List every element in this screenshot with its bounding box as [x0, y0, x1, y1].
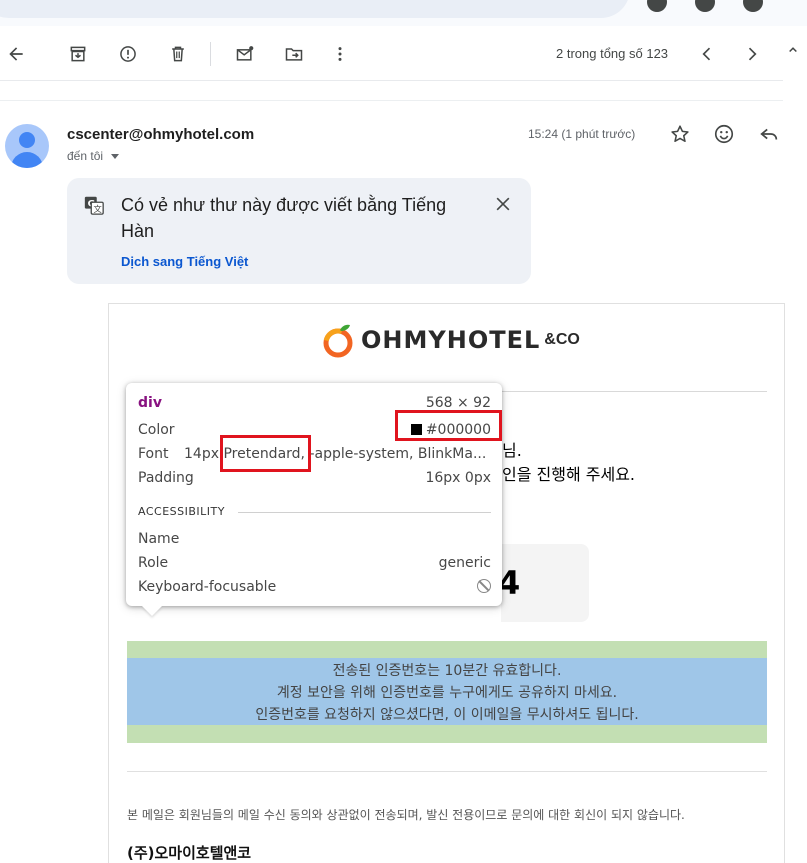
- avatar-head: [19, 132, 35, 148]
- toolbar-divider: [210, 42, 211, 66]
- notice-box-highlighted: 전송된 인증번호는 10분간 유효합니다. 계정 보안을 위해 인증번호를 누구…: [127, 641, 767, 743]
- more-actions-button[interactable]: [326, 40, 354, 68]
- font-size: 14px: [184, 446, 219, 462]
- font-family: Pretendard, -apple-system, BlinkMa...: [223, 446, 487, 462]
- reply-icon: [760, 128, 778, 140]
- notice-line-3: 인증번호를 요청하지 않으셨다면, 이 이메일을 무시하셔도 됩니다.: [255, 707, 639, 723]
- focus-label: Keyboard-focusable: [138, 579, 277, 595]
- inspector-tag: div: [138, 395, 162, 411]
- translate-message: Có vẻ như thư này được viết bằng Tiếng H…: [121, 195, 447, 241]
- color-hex: #000000: [425, 422, 491, 438]
- close-icon: [496, 197, 510, 211]
- back-button[interactable]: [2, 40, 30, 68]
- inspector-name-row: Name: [138, 531, 491, 551]
- font-value: 14px Pretendard, -apple-system, BlinkMa.…: [184, 446, 491, 462]
- message-toolbar: 2 trong tổng số 123: [0, 26, 807, 81]
- font-label: Font: [138, 446, 169, 462]
- mark-unread-button[interactable]: [231, 40, 259, 68]
- svg-text:文: 文: [94, 204, 102, 214]
- inspector-focus-row: Keyboard-focusable: [138, 579, 491, 599]
- top-bar: [0, 0, 807, 26]
- company-name: (주)오마이호텔앤코: [127, 844, 252, 862]
- footer-disclaimer: 본 메일은 회원님들의 메일 수신 동의와 상관없이 전송되며, 발신 전용이므…: [127, 808, 685, 822]
- dismiss-translate-button[interactable]: [493, 194, 513, 214]
- star-button[interactable]: [669, 123, 693, 147]
- color-value: #000000: [410, 422, 491, 438]
- settings-icon[interactable]: [695, 0, 715, 12]
- archive-button[interactable]: [64, 40, 92, 68]
- inspector-color-row: Color #000000: [138, 422, 491, 442]
- inspector-size: 568 × 92: [425, 395, 491, 411]
- translate-icon: G文: [83, 194, 105, 216]
- chevron-left-icon: [702, 47, 711, 61]
- message-timestamp: 15:24 (1 phút trước): [528, 127, 636, 141]
- report-spam-button[interactable]: [114, 40, 142, 68]
- logo-mark: [321, 322, 357, 358]
- older-button[interactable]: [738, 40, 766, 68]
- mail-unread-icon: [236, 46, 254, 61]
- accessibility-heading: ACCESSIBILITY: [138, 505, 225, 518]
- sender-avatar[interactable]: [5, 124, 49, 168]
- ohmyhotel-logo: OHMYHOTEL &CO: [321, 322, 580, 358]
- color-swatch: [410, 424, 422, 435]
- role-value: generic: [438, 555, 491, 571]
- search-bar[interactable]: [0, 0, 630, 18]
- padding-value: 16px 0px: [425, 470, 491, 486]
- recipient-label: đến tôi: [67, 149, 104, 163]
- divider: [0, 100, 807, 101]
- chevron-down-icon: [111, 153, 120, 159]
- notice-line-2: 계정 보안을 위해 인증번호를 누구에게도 공유하지 마세요.: [276, 685, 618, 701]
- apps-icon[interactable]: [743, 0, 763, 12]
- folder-move-icon: [285, 48, 303, 61]
- inspector-padding-row: Padding 16px 0px: [138, 470, 491, 490]
- delete-button[interactable]: [164, 40, 192, 68]
- more-vert-icon: [338, 47, 342, 61]
- pager-count: 2 trong tổng số 123: [556, 46, 669, 61]
- top-icons: [647, 0, 807, 12]
- notice-line-1: 전송된 인증번호는 10분간 유효합니다.: [332, 663, 562, 679]
- avatar-body: [11, 152, 43, 168]
- star-icon: [671, 125, 689, 143]
- instruction-text: 인을 진행해 주세요.: [502, 465, 636, 484]
- help-icon[interactable]: [647, 0, 667, 12]
- translate-link[interactable]: Dịch sang Tiếng Việt: [121, 254, 248, 269]
- sender-address[interactable]: cscenter@ohmyhotel.com: [67, 126, 254, 143]
- devtools-inspect-tooltip: div 568 × 92 Color #000000 Font 14px Pre…: [126, 383, 502, 606]
- logo-suffix: &CO: [544, 331, 580, 348]
- arrow-left-icon: [9, 47, 23, 61]
- emoji-react-button[interactable]: [713, 123, 737, 147]
- not-focusable-icon: [477, 579, 491, 597]
- recipient-details[interactable]: đến tôi: [67, 149, 120, 163]
- archive-icon: [70, 46, 86, 62]
- reply-button[interactable]: [758, 123, 782, 147]
- footer-divider: [127, 771, 767, 772]
- name-label: Name: [138, 531, 180, 547]
- move-to-button[interactable]: [280, 40, 308, 68]
- notice-content-area: 전송된 인증번호는 10분간 유효합니다. 계정 보안을 위해 인증번호를 누구…: [127, 658, 767, 725]
- greeting-text: 님.: [502, 441, 522, 460]
- trash-icon: [172, 46, 184, 62]
- accessibility-divider: [238, 512, 491, 513]
- newer-button[interactable]: [693, 40, 721, 68]
- smiley-icon: [714, 124, 734, 144]
- inspector-font-row: Font 14px Pretendard, -apple-system, Bli…: [138, 446, 491, 466]
- padding-label: Padding: [138, 470, 194, 486]
- inspector-role-row: Role generic: [138, 555, 491, 575]
- translate-banner: G文 Có vẻ như thư này được viết bằng Tiến…: [67, 178, 531, 284]
- spam-icon: [120, 46, 136, 62]
- edge-panel: [783, 52, 807, 108]
- chevron-right-icon: [748, 47, 757, 61]
- logo-wordmark: OHMYHOTEL: [361, 326, 541, 354]
- role-label: Role: [138, 555, 169, 571]
- color-label: Color: [138, 422, 175, 438]
